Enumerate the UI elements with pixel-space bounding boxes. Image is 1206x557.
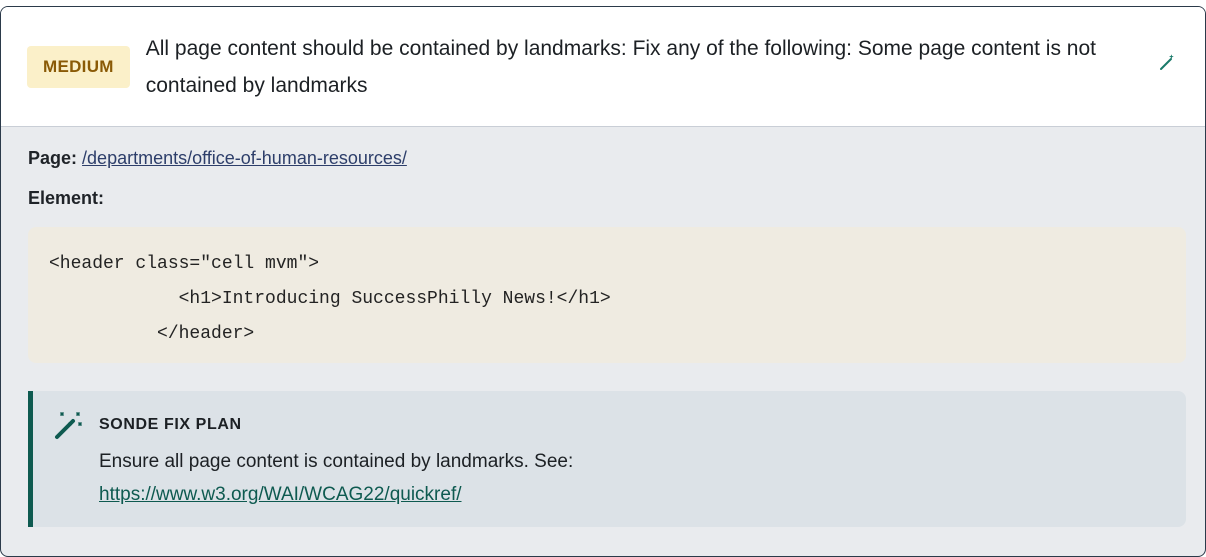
issue-title: All page content should be contained by … <box>145 36 1096 97</box>
magic-wand-icon[interactable] <box>1157 53 1177 73</box>
issue-header[interactable]: MEDIUM All page content should be contai… <box>1 7 1205 127</box>
element-code-block: <header class="cell mvm"> <h1>Introducin… <box>28 227 1186 363</box>
fix-plan-header: SONDE FIX PLAN <box>53 409 1186 441</box>
magic-wand-sparkles-icon <box>53 409 85 441</box>
element-label: Element: <box>28 188 105 208</box>
fix-plan-heading: SONDE FIX PLAN <box>99 416 242 433</box>
fix-plan-description: Ensure all page content is contained by … <box>99 451 574 472</box>
fix-plan-text: Ensure all page content is contained by … <box>99 445 1186 511</box>
page-row: Page: /departments/office-of-human-resou… <box>28 145 1183 171</box>
page-label: Page: <box>28 148 78 168</box>
page-link[interactable]: /departments/office-of-human-resources/ <box>82 148 407 168</box>
severity-badge: MEDIUM <box>27 45 130 88</box>
issue-card: MEDIUM All page content should be contai… <box>0 6 1206 557</box>
fix-plan-link[interactable]: https://www.w3.org/WAI/WCAG22/quickref/ <box>99 484 462 505</box>
element-row: Element: <box>28 185 1183 211</box>
fix-plan-panel: SONDE FIX PLAN Ensure all page content i… <box>28 391 1186 527</box>
issue-body: Page: /departments/office-of-human-resou… <box>1 127 1205 527</box>
